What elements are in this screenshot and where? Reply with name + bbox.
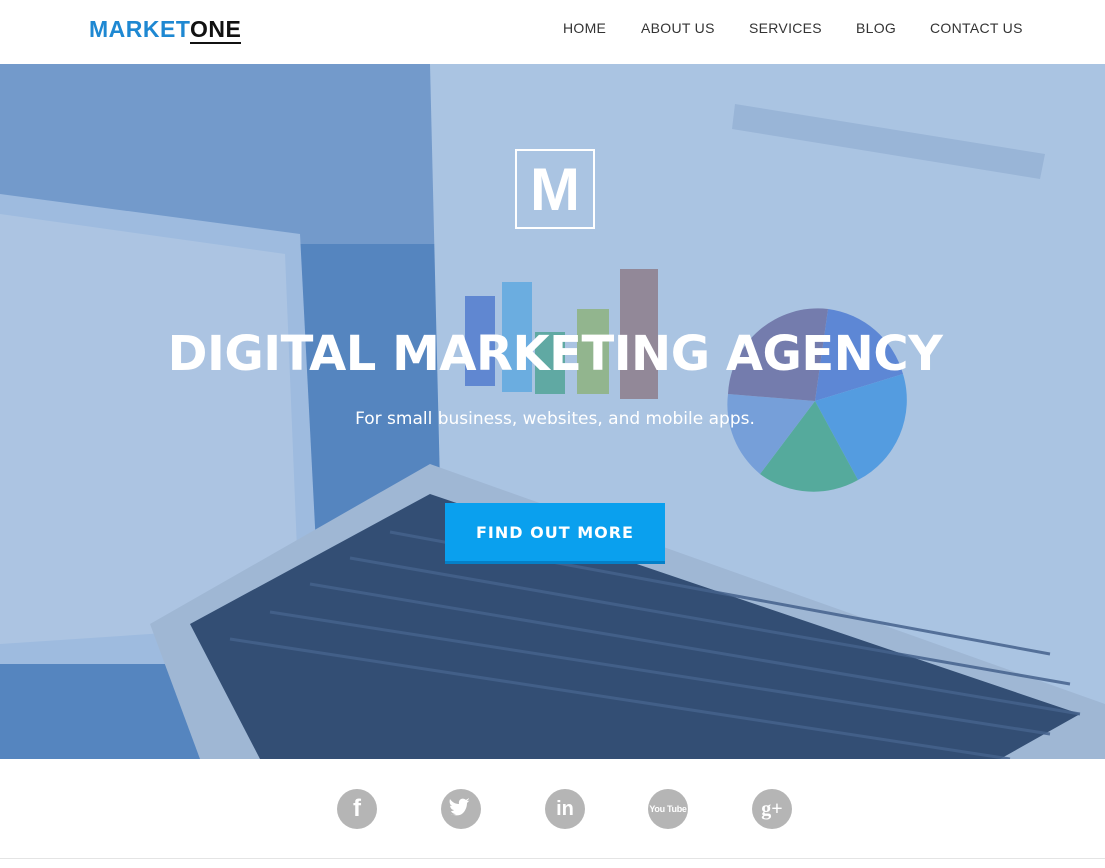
linkedin-glyph: in [556,798,574,820]
brand-badge-letter: M [530,156,580,223]
nav-blog[interactable]: BLOG [856,20,896,36]
twitter-icon[interactable] [441,789,481,829]
hero-title: DIGITAL MARKETING AGENCY [167,326,943,382]
youtube-icon[interactable]: You Tube [648,789,688,829]
nav-home[interactable]: HOME [563,20,606,36]
nav-about-us[interactable]: ABOUT US [641,20,715,36]
google-plus-icon[interactable]: g+ [752,789,792,829]
site-header: MARKETONE HOME ABOUT US SERVICES BLOG CO… [0,0,1105,64]
brand-badge: M [515,149,595,229]
hero-section: M DIGITAL MARKETING AGENCY For small bus… [0,64,1105,759]
find-out-more-button[interactable]: FIND OUT MORE [445,503,665,561]
nav-services[interactable]: SERVICES [749,20,822,36]
hero-subtitle: For small business, websites, and mobile… [355,409,755,429]
page-bottom-divider [0,858,1105,859]
main-nav: HOME ABOUT US SERVICES BLOG CONTACT US [0,20,1105,40]
social-links: f in You Tube g+ [0,759,1105,859]
twitter-bird-shape [449,798,470,816]
facebook-icon[interactable]: f [337,789,377,829]
facebook-glyph: f [353,795,361,822]
youtube-glyph: You Tube [649,804,687,814]
nav-contact-us[interactable]: CONTACT US [930,20,1023,36]
google-plus-glyph: g+ [761,798,783,820]
linkedin-icon[interactable]: in [545,789,585,829]
